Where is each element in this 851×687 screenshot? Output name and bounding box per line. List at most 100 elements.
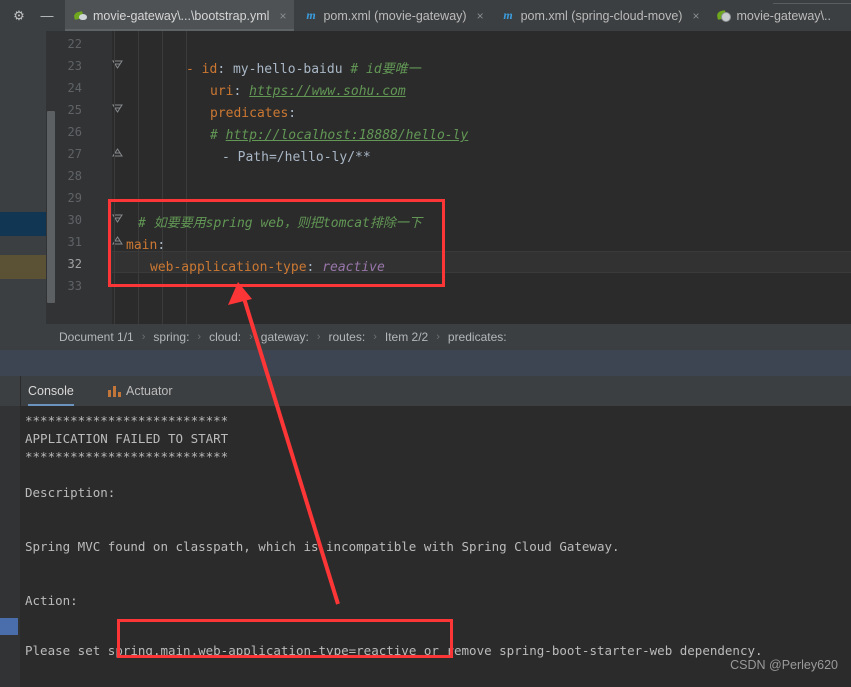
breadcrumb: Document 1/1 › spring: › cloud: › gatewa… bbox=[0, 324, 851, 350]
line-number: 24 bbox=[67, 81, 82, 95]
spring-boot-file-icon bbox=[717, 9, 732, 22]
console-line: *************************** bbox=[25, 413, 229, 428]
tab-label: pom.xml (movie-gateway) bbox=[323, 8, 467, 23]
close-icon[interactable]: × bbox=[477, 9, 484, 23]
code-token-text: - Path=/hello-ly/** bbox=[222, 150, 371, 165]
console-gutter bbox=[0, 406, 21, 687]
code-line-24: uri: https://www.sohu.com bbox=[210, 81, 406, 103]
tab-movie-gateway-app[interactable]: movie-gateway\.. bbox=[708, 0, 840, 31]
console-output[interactable]: *************************** APPLICATION … bbox=[0, 406, 851, 687]
indent-guide bbox=[138, 31, 139, 324]
code-line-23: - id: my-hello-baidu # id要唯一 bbox=[186, 59, 421, 81]
tab-pom-movie-gateway[interactable]: m pom.xml (movie-gateway) × bbox=[295, 0, 493, 31]
maven-file-icon: m bbox=[306, 8, 316, 22]
code-token-colon: : bbox=[217, 62, 233, 77]
code-line-26: # http://localhost:18888/hello-ly bbox=[210, 125, 468, 147]
line-number: 22 bbox=[67, 37, 82, 51]
tab-bootstrap-yml[interactable]: movie-gateway\...\bootstrap.yml × bbox=[65, 0, 296, 31]
maven-file-icon: m bbox=[503, 8, 513, 22]
chevron-right-icon: › bbox=[197, 331, 202, 343]
console-tab-bar: Console Actuator bbox=[0, 376, 851, 406]
gear-icon[interactable]: ⚙ bbox=[12, 9, 26, 23]
line-number: 33 bbox=[67, 279, 82, 293]
code-token-colon: : bbox=[288, 106, 297, 121]
line-number: 26 bbox=[67, 125, 82, 139]
chevron-right-icon: › bbox=[141, 331, 146, 343]
action-prefix: Please set bbox=[25, 643, 108, 658]
code-line-27: - Path=/hello-ly/** bbox=[222, 147, 371, 169]
actuator-icon bbox=[108, 385, 121, 397]
console-line-marker bbox=[0, 618, 18, 635]
tab-actuator-label: Actuator bbox=[126, 384, 173, 398]
tab-label: movie-gateway\.. bbox=[736, 8, 831, 23]
tab-label: pom.xml (spring-cloud-move) bbox=[520, 8, 683, 23]
breadcrumb-item-item[interactable]: Item 2/2 bbox=[382, 330, 431, 344]
breadcrumb-item-spring[interactable]: spring: bbox=[150, 330, 192, 344]
editor-marker-strip[interactable] bbox=[0, 31, 46, 324]
action-highlight-text: spring.main.web-application-type=reactiv… bbox=[107, 643, 417, 658]
console-line: APPLICATION FAILED TO START bbox=[25, 431, 229, 446]
close-icon[interactable]: × bbox=[692, 9, 699, 23]
tool-window-header-band bbox=[0, 350, 851, 376]
editor-gutter[interactable]: 22 23 24 25 26 27 28 29 30 31 32 33 bbox=[56, 31, 123, 324]
code-token-value: my-hello-baidu bbox=[232, 62, 351, 77]
editor-scrollbar-thumb[interactable] bbox=[47, 111, 55, 303]
indent-guide bbox=[162, 31, 163, 324]
indent-guide bbox=[114, 31, 115, 324]
breadcrumb-item-document[interactable]: Document 1/1 bbox=[56, 330, 137, 344]
console-line: Action: bbox=[25, 593, 78, 608]
breadcrumb-item-predicates[interactable]: predicates: bbox=[445, 330, 510, 344]
tab-pom-spring-cloud-move[interactable]: m pom.xml (spring-cloud-move) × bbox=[493, 0, 709, 31]
breadcrumb-item-gateway[interactable]: gateway: bbox=[258, 330, 312, 344]
line-number: 29 bbox=[67, 191, 82, 205]
code-token-colon: : bbox=[233, 84, 250, 99]
close-icon[interactable]: × bbox=[279, 9, 286, 23]
line-number: 27 bbox=[67, 147, 82, 161]
line-number-current: 32 bbox=[67, 257, 82, 271]
tab-bar-tools: ⚙ — bbox=[0, 0, 65, 31]
watermark: CSDN @Perley620 bbox=[730, 658, 838, 672]
code-token-colon: : bbox=[157, 238, 166, 253]
chevron-right-icon: › bbox=[373, 331, 377, 343]
code-token-url[interactable]: https://www.sohu.com bbox=[249, 84, 406, 99]
minimize-icon[interactable]: — bbox=[40, 9, 54, 23]
run-tool-window: Console Actuator ***********************… bbox=[0, 376, 851, 687]
code-editor[interactable]: 22 23 24 25 26 27 28 29 30 31 32 33 - id… bbox=[0, 31, 851, 324]
code-line-30: main: bbox=[126, 235, 165, 257]
ide-window: ⚙ — movie-gateway\...\bootstrap.yml × m … bbox=[0, 0, 851, 687]
code-token-dash: - bbox=[186, 62, 202, 77]
chevron-right-icon: › bbox=[316, 331, 321, 343]
console-tab-gutter bbox=[0, 376, 21, 406]
code-token-comment: # 如要要用spring web，则把tomcat排除一下 bbox=[138, 216, 422, 231]
marker-highlight-tan bbox=[0, 255, 46, 279]
code-token-key: predicates bbox=[210, 106, 289, 121]
breadcrumb-item-cloud[interactable]: cloud: bbox=[206, 330, 244, 344]
tab-label: movie-gateway\...\bootstrap.yml bbox=[93, 8, 270, 23]
code-line-29: # 如要要用spring web，则把tomcat排除一下 bbox=[138, 213, 422, 235]
tab-list: movie-gateway\...\bootstrap.yml × m pom.… bbox=[65, 0, 851, 31]
code-line-31: web-application-type: reactive bbox=[150, 257, 385, 279]
console-action-line: Please set spring.main.web-application-t… bbox=[25, 642, 763, 660]
line-number: 30 bbox=[67, 213, 82, 227]
code-text-area[interactable]: - id: my-hello-baidu # id要唯一 uri: https:… bbox=[112, 31, 851, 324]
tab-console-label: Console bbox=[28, 384, 74, 398]
line-number: 23 bbox=[67, 59, 82, 73]
code-token-key: uri bbox=[210, 84, 234, 99]
code-token-colon: : bbox=[306, 260, 323, 275]
tab-console[interactable]: Console bbox=[28, 376, 74, 406]
code-line-25: predicates: bbox=[210, 103, 296, 125]
window-corner-strip bbox=[773, 0, 851, 4]
code-token-key: id bbox=[201, 62, 218, 77]
marker-selection-blue bbox=[0, 212, 46, 236]
action-suffix: or remove spring-boot-starter-web depend… bbox=[416, 643, 763, 658]
line-number: 31 bbox=[67, 235, 82, 249]
console-line: Spring MVC found on classpath, which is … bbox=[25, 539, 620, 554]
code-token-value: reactive bbox=[322, 260, 385, 275]
breadcrumb-item-routes[interactable]: routes: bbox=[326, 330, 369, 344]
code-token-comment: # bbox=[210, 128, 226, 143]
code-token-url[interactable]: http://localhost:18888/hello-ly bbox=[226, 128, 469, 143]
tab-actuator[interactable]: Actuator bbox=[108, 376, 173, 406]
code-token-key: web-application-type bbox=[150, 260, 307, 275]
yaml-file-icon bbox=[74, 9, 87, 22]
line-number: 28 bbox=[67, 169, 82, 183]
